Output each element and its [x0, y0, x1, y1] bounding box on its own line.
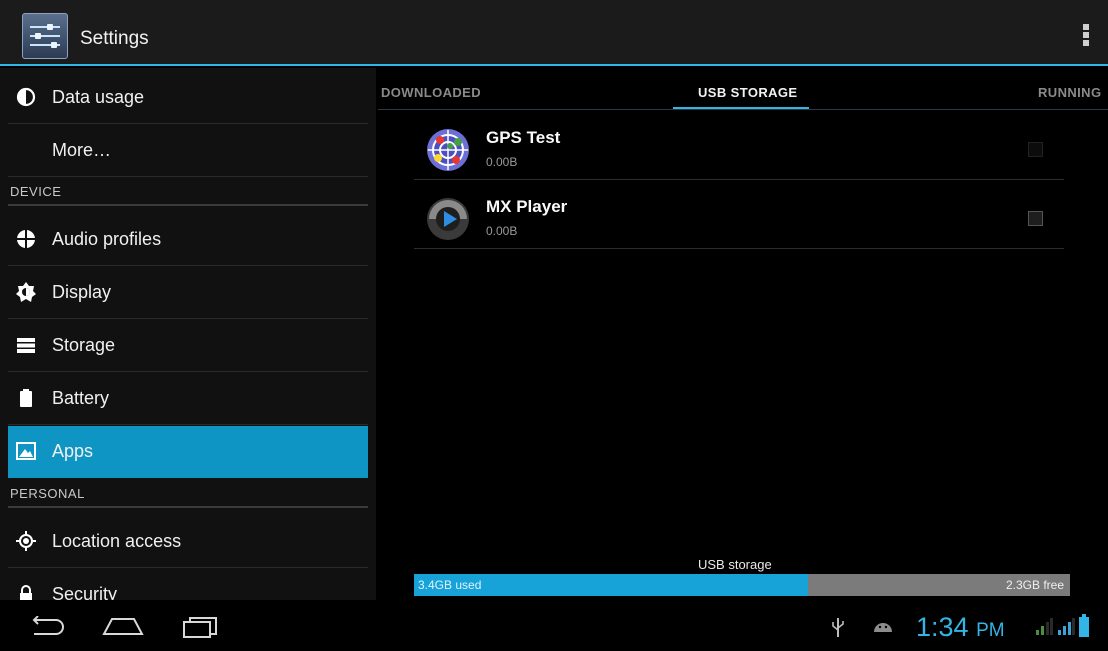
- sidebar-item-label: Data usage: [52, 87, 145, 107]
- data-usage-icon: [16, 87, 36, 107]
- sidebar-item-audio-profiles[interactable]: Audio profiles: [8, 214, 368, 266]
- sidebar-item-label: Storage: [52, 335, 116, 355]
- app-checkbox[interactable]: [1028, 211, 1043, 226]
- android-debug-icon: [874, 623, 892, 632]
- section-header-personal: PERSONAL: [8, 480, 368, 508]
- sidebar-item-battery[interactable]: Battery: [8, 373, 368, 425]
- storage-free-text: 2.3GB free: [1005, 578, 1064, 592]
- settings-sidebar: Data usage More… DEVICE Audio profiles D…: [0, 68, 376, 604]
- sidebar-item-label: Apps: [52, 441, 94, 461]
- battery-status-icon: [1079, 614, 1089, 637]
- tab-divider: [378, 109, 1108, 110]
- clock-time: 1:34: [916, 612, 969, 642]
- storage-usage-bar: 3.4GB used 2.3GB free: [414, 574, 1070, 596]
- recent-apps-icon[interactable]: [182, 616, 218, 638]
- app-size: 0.00B: [486, 224, 518, 238]
- clock: 1:34 PM: [916, 612, 1005, 643]
- sidebar-item-label: More…: [52, 140, 112, 160]
- display-icon: [16, 282, 36, 302]
- sidebar-item-more[interactable]: More…: [8, 125, 368, 177]
- sidebar-item-storage[interactable]: Storage: [8, 320, 368, 372]
- storage-icon: [17, 338, 35, 353]
- sidebar-item-label: Location access: [52, 531, 182, 551]
- page-title: Settings: [80, 28, 149, 49]
- tab-usb-storage[interactable]: USB STORAGE: [698, 85, 798, 100]
- app-checkbox[interactable]: [1028, 142, 1043, 157]
- storage-label: USB storage: [698, 557, 772, 572]
- gps-test-icon: [427, 129, 469, 171]
- storage-used-text: 3.4GB used: [418, 578, 482, 592]
- app-name: MX Player: [486, 197, 568, 216]
- apps-icon: [16, 442, 36, 460]
- battery-icon: [20, 389, 32, 407]
- sidebar-item-display[interactable]: Display: [8, 267, 368, 319]
- list-item-mx-player[interactable]: MX Player 0.00B: [414, 189, 1064, 249]
- audio-profiles-icon: [16, 229, 36, 249]
- sidebar-item-label: Audio profiles: [52, 229, 162, 249]
- mx-player-icon: [427, 198, 469, 240]
- action-bar: Settings: [0, 0, 1108, 66]
- app-name: GPS Test: [486, 128, 561, 147]
- signal-icon-1: [1036, 618, 1053, 635]
- tab-downloaded[interactable]: DOWNLOADED: [381, 85, 481, 100]
- sidebar-item-label: Display: [52, 282, 112, 302]
- sidebar-item-label: Battery: [52, 388, 110, 408]
- section-header-device: DEVICE: [8, 178, 368, 206]
- location-icon: [16, 531, 36, 551]
- back-icon[interactable]: [26, 616, 66, 638]
- usb-icon: [832, 618, 844, 637]
- overflow-menu-icon[interactable]: [1082, 24, 1090, 48]
- sidebar-item-data-usage[interactable]: Data usage: [8, 72, 368, 124]
- tab-running[interactable]: RUNNING: [1038, 85, 1101, 100]
- tab-strip: DOWNLOADED USB STORAGE RUNNING: [378, 68, 1108, 110]
- app-size: 0.00B: [486, 155, 518, 169]
- list-item-gps-test[interactable]: GPS Test 0.00B: [414, 120, 1064, 180]
- clock-ampm: PM: [976, 620, 1005, 641]
- settings-app-icon[interactable]: [22, 13, 68, 59]
- signal-icon-2: [1058, 618, 1075, 635]
- home-icon[interactable]: [102, 617, 144, 635]
- sidebar-item-location-access[interactable]: Location access: [8, 516, 368, 568]
- sidebar-item-apps[interactable]: Apps: [8, 426, 368, 478]
